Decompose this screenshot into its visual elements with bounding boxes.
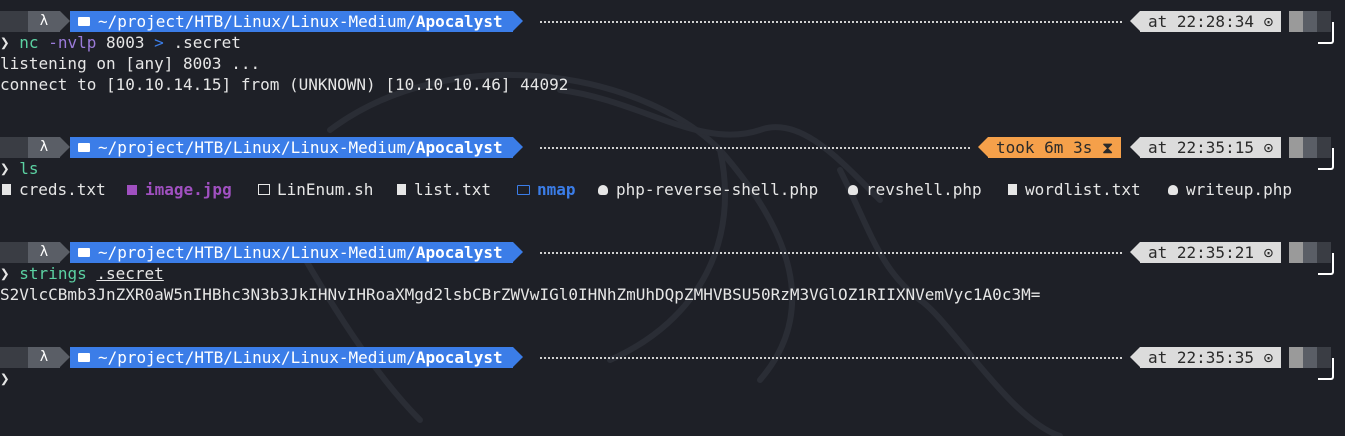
command-line-2: ❯ ls <box>0 159 39 178</box>
php-elephant-icon <box>848 184 858 195</box>
ls-item[interactable]: wordlist.txt <box>1008 179 1141 200</box>
prompt-bar-4: λ ~/project/HTB/Linux/Linux-Medium/Apoca… <box>0 347 1345 368</box>
folder-icon <box>78 353 90 362</box>
prompt-bar-3: λ ~/project/HTB/Linux/Linux-Medium/Apoca… <box>0 242 1345 263</box>
time-segment: at 22:35:21 ⊙ <box>1129 242 1282 263</box>
image-icon <box>127 184 137 195</box>
ls-item[interactable]: image.jpg <box>127 179 232 200</box>
output-line: connect to [10.10.14.15] from (UNKNOWN) … <box>0 75 569 94</box>
time-segment: at 22:35:35 ⊙ <box>1129 347 1282 368</box>
command-input-line[interactable]: ❯ <box>0 368 1345 389</box>
took-segment: took 6m 3s ⧗ <box>977 137 1122 158</box>
php-elephant-icon <box>1168 184 1178 195</box>
file-icon <box>2 184 11 195</box>
current-dir: Apocalyst <box>415 138 503 157</box>
php-elephant-icon <box>598 184 608 195</box>
time-segment: at 22:28:34 ⊙ <box>1129 11 1282 32</box>
ls-item[interactable]: nmap <box>517 179 576 200</box>
ls-item[interactable]: php-reverse-shell.php <box>598 179 818 200</box>
folder-open-icon <box>517 184 530 195</box>
path-segment: ~/project/HTB/Linux/Linux-Medium/Apocaly… <box>70 11 523 32</box>
terminal-icon <box>258 184 270 195</box>
current-dir: Apocalyst <box>415 12 503 31</box>
lambda-segment: λ <box>28 11 70 32</box>
path-segment: ~/project/HTB/Linux/Linux-Medium/Apocaly… <box>70 347 523 368</box>
current-dir: Apocalyst <box>415 348 503 367</box>
output-line: S2VlcCBmb3JnZXR0aW5nIHBhc3N3b3JkIHNvIHRo… <box>0 285 1041 304</box>
ls-item[interactable]: revshell.php <box>848 179 982 200</box>
folder-icon <box>78 248 90 257</box>
lambda-segment: λ <box>28 347 70 368</box>
command-line-3: ❯ strings .secret <box>0 264 164 283</box>
ls-item[interactable]: creds.txt <box>2 179 106 200</box>
ls-output: creds.txt image.jpg LinEnum.sh list.txt … <box>0 179 1345 200</box>
folder-icon <box>78 17 90 26</box>
lambda-segment: λ <box>28 242 70 263</box>
file-icon <box>397 184 406 195</box>
prompt-bar-1: λ ~/project/HTB/Linux/Linux-Medium/Apoca… <box>0 11 1345 32</box>
lambda-segment: λ <box>28 137 70 158</box>
ls-item[interactable]: list.txt <box>397 179 491 200</box>
ls-item[interactable]: LinEnum.sh <box>258 179 373 200</box>
prompt-bar-2: λ ~/project/HTB/Linux/Linux-Medium/Apoca… <box>0 137 1345 158</box>
output-line: listening on [any] 8003 ... <box>0 54 261 73</box>
file-icon <box>1008 184 1017 195</box>
ls-item[interactable]: writeup.php <box>1168 179 1292 200</box>
folder-icon <box>78 143 90 152</box>
current-dir: Apocalyst <box>415 243 503 262</box>
time-segment: at 22:35:15 ⊙ <box>1129 137 1282 158</box>
path-segment: ~/project/HTB/Linux/Linux-Medium/Apocaly… <box>70 137 523 158</box>
path-segment: ~/project/HTB/Linux/Linux-Medium/Apocaly… <box>70 242 523 263</box>
command-line-1: ❯ nc -nvlp 8003 > .secret <box>0 33 241 52</box>
